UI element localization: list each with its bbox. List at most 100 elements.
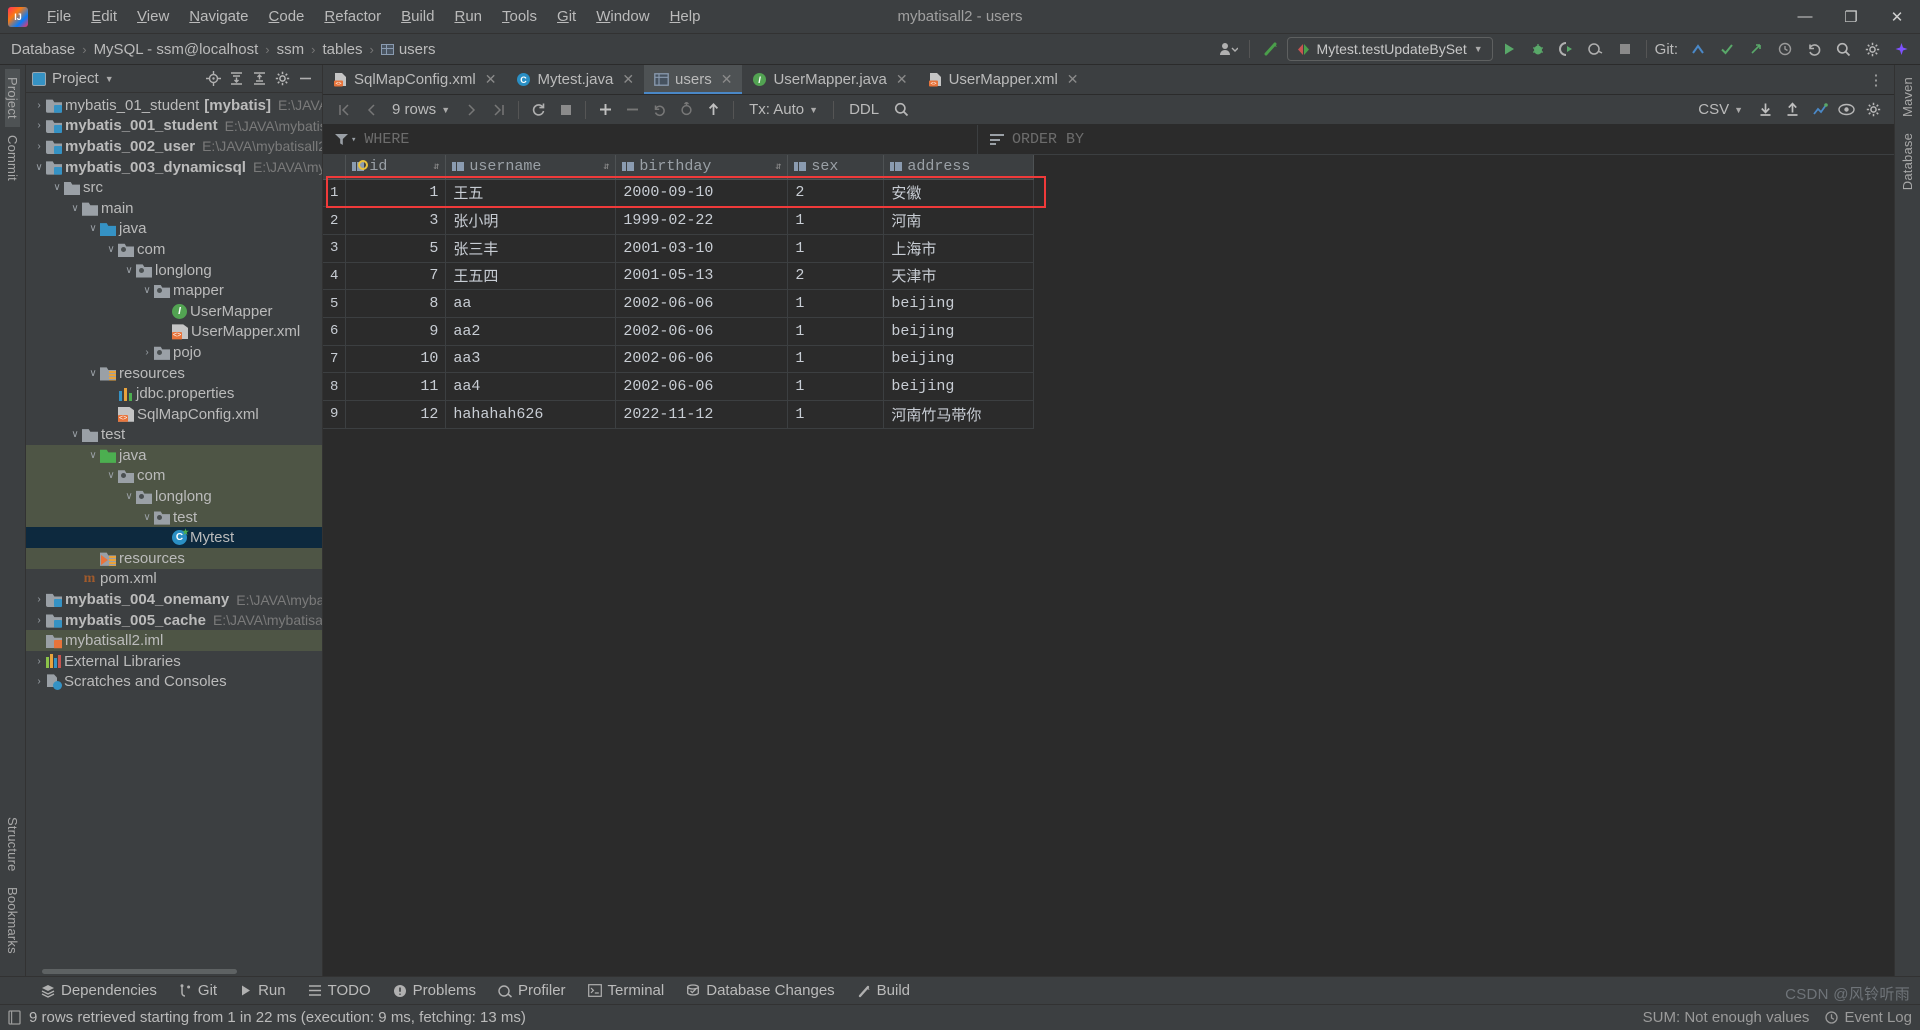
cell-id[interactable]: 3 — [345, 206, 447, 235]
collapse-all-icon[interactable] — [248, 68, 270, 90]
tool-window-terminal[interactable]: Terminal — [577, 979, 676, 1002]
cell-id[interactable]: 12 — [345, 400, 447, 429]
ai-assistant-icon[interactable] — [1888, 37, 1914, 61]
chevron-down-icon[interactable]: ∨ — [68, 203, 82, 214]
tree-node-pom-xml[interactable]: · pom.xml — [26, 569, 322, 590]
cell-address[interactable]: beijing — [883, 372, 1035, 401]
chevron-down-icon[interactable]: ∨ — [86, 223, 100, 234]
sort-indicator-icon[interactable]: ⇵ — [603, 161, 609, 173]
breadcrumb-item-0[interactable]: Database — [6, 39, 80, 60]
chevron-right-icon[interactable]: › — [32, 141, 46, 152]
tree-node-java[interactable]: ∨ java — [26, 219, 322, 240]
project-horizontal-scrollbar[interactable] — [26, 966, 322, 976]
import-icon[interactable] — [1780, 98, 1805, 122]
tree-node-main[interactable]: ∨ main — [26, 198, 322, 219]
add-row-icon[interactable] — [593, 98, 618, 122]
cell-address[interactable]: beijing — [883, 345, 1035, 374]
build-icon[interactable] — [1258, 37, 1284, 61]
chevron-down-icon[interactable]: ∨ — [122, 265, 136, 276]
cell-sex[interactable]: 1 — [787, 372, 885, 401]
delete-row-icon[interactable] — [620, 98, 645, 122]
table-row[interactable]: 9 12 hahahah626 2022-11-12 1 河南竹马带你 — [323, 400, 1035, 429]
run-configuration-selector[interactable]: Mytest.testUpdateBySet ▼ — [1286, 37, 1493, 61]
user-icon[interactable] — [1215, 37, 1241, 61]
tree-node-external-libraries[interactable]: › External Libraries — [26, 651, 322, 672]
debug-icon[interactable] — [1525, 37, 1551, 61]
tree-node-test[interactable]: ∨ test — [26, 506, 322, 528]
editor-tab-usermapper-xml[interactable]: <> UserMapper.xml ✕ — [918, 65, 1089, 94]
project-tree[interactable]: ›mybatis_01_student[mybatis]E:\JAVA\myl›… — [26, 93, 322, 966]
stop-icon[interactable] — [553, 98, 578, 122]
maximize-button[interactable]: ❐ — [1828, 0, 1874, 34]
table-row[interactable]: 6 9 aa2 2002-06-06 1 beijing — [323, 317, 1035, 346]
settings-icon[interactable] — [1861, 98, 1886, 122]
tree-node-usermapper[interactable]: · UserMapper — [26, 301, 322, 322]
cell-sex[interactable]: 1 — [787, 317, 885, 346]
cell-birthday[interactable]: 2000-09-10 — [615, 179, 789, 208]
cell-id[interactable]: 7 — [345, 262, 447, 291]
menu-item-run[interactable]: Run — [445, 4, 491, 29]
chevron-down-icon[interactable]: ∨ — [50, 182, 64, 193]
cell-id[interactable]: 11 — [345, 372, 447, 401]
stop-icon[interactable] — [1612, 37, 1638, 61]
tool-window-profiler[interactable]: Profiler — [487, 979, 577, 1002]
menu-item-navigate[interactable]: Navigate — [180, 4, 257, 29]
chevron-down-icon[interactable]: ∨ — [104, 244, 118, 255]
run-coverage-icon[interactable] — [1554, 37, 1580, 61]
close-icon[interactable]: ✕ — [721, 71, 733, 88]
tree-node-mybatis-002-user[interactable]: › mybatis_002_user E:\JAVA\mybatisall2\myl — [26, 136, 322, 157]
cell-username[interactable]: hahahah626 — [445, 400, 617, 429]
cell-sex[interactable]: 2 — [787, 179, 885, 208]
chevron-right-icon[interactable]: › — [140, 347, 154, 358]
column-header-address[interactable]: address — [883, 155, 1035, 180]
chevron-right-icon[interactable]: › — [32, 615, 46, 626]
hide-icon[interactable] — [294, 68, 316, 90]
menu-item-edit[interactable]: Edit — [82, 4, 126, 29]
tree-node-test[interactable]: ∨ test — [26, 425, 322, 446]
chevron-right-icon[interactable]: › — [32, 100, 46, 111]
tree-node-sqlmapconfig-xml[interactable]: · SqlMapConfig.xml — [26, 404, 322, 425]
cell-sex[interactable]: 2 — [787, 262, 885, 291]
cell-address[interactable]: beijing — [883, 289, 1035, 318]
menu-item-window[interactable]: Window — [587, 4, 658, 29]
cell-address[interactable]: 河南 — [883, 206, 1035, 235]
cell-username[interactable]: aa4 — [445, 372, 617, 401]
tree-node-resources[interactable]: ∨ resources — [26, 363, 322, 384]
breadcrumb-item-2[interactable]: ssm — [272, 39, 310, 60]
menu-item-refactor[interactable]: Refactor — [315, 4, 390, 29]
cell-address[interactable]: 天津市 — [883, 262, 1035, 291]
editor-tab-usermapper-java[interactable]: I UserMapper.java ✕ — [742, 65, 917, 94]
column-header-birthday[interactable]: birthday ⇵ — [615, 155, 789, 180]
editor-tab-sqlmapconfig-xml[interactable]: <> SqlMapConfig.xml ✕ — [323, 65, 506, 94]
cell-birthday[interactable]: 1999-02-22 — [615, 206, 789, 235]
chevron-down-icon[interactable]: ∨ — [104, 470, 118, 481]
run-icon[interactable] — [1496, 37, 1522, 61]
cell-sex[interactable]: 1 — [787, 400, 885, 429]
table-row[interactable]: 8 11 aa4 2002-06-06 1 beijing — [323, 372, 1035, 401]
breadcrumb-item-1[interactable]: MySQL - ssm@localhost — [89, 39, 264, 60]
chevron-down-icon[interactable]: ∨ — [68, 429, 82, 440]
reload-icon[interactable] — [526, 98, 551, 122]
tree-node-mybatis-004-onemany[interactable]: › mybatis_004_onemany E:\JAVA\mybatisall — [26, 589, 322, 610]
chevron-right-icon[interactable]: › — [32, 676, 46, 687]
tree-node-mybatisall2-iml[interactable]: · mybatisall2.iml — [26, 630, 322, 652]
cell-birthday[interactable]: 2001-05-13 — [615, 262, 789, 291]
settings-icon[interactable] — [271, 68, 293, 90]
chevron-right-icon[interactable]: › — [32, 594, 46, 605]
table-row[interactable]: 2 3 张小明 1999-02-22 1 河南 — [323, 206, 1035, 235]
sort-indicator-icon[interactable]: ⇵ — [775, 161, 781, 173]
search-everywhere-icon[interactable] — [1830, 37, 1856, 61]
minimize-button[interactable]: — — [1782, 0, 1828, 34]
tree-node-mybatis-001-student[interactable]: › mybatis_001_student E:\JAVA\mybatisall2\ — [26, 116, 322, 137]
data-grid[interactable]: id ⇵ username ⇵ birthday ⇵ sex address 1 1 王五 2000-… — [323, 155, 1894, 976]
prev-page-icon[interactable] — [358, 98, 383, 122]
settings-icon[interactable] — [1859, 37, 1885, 61]
menu-item-code[interactable]: Code — [260, 4, 314, 29]
where-clause-input[interactable]: ▾ WHERE — [323, 125, 978, 154]
rail-item-maven[interactable]: Maven — [1900, 69, 1915, 125]
cell-username[interactable]: aa — [445, 289, 617, 318]
menu-item-view[interactable]: View — [128, 4, 178, 29]
cell-address[interactable]: 上海市 — [883, 234, 1035, 263]
tool-window-todo[interactable]: TODO — [297, 979, 382, 1002]
tree-node-mybatis-003-dynamicsql[interactable]: ∨ mybatis_003_dynamicsql E:\JAVA\mybatis — [26, 157, 322, 178]
